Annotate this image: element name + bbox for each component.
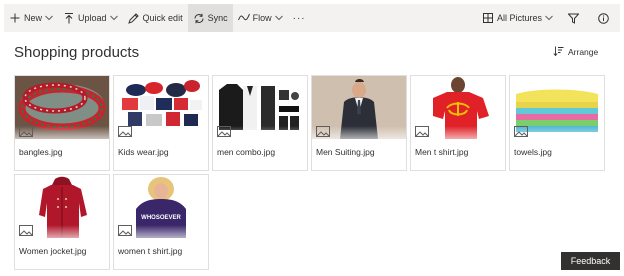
page-title: Shopping products bbox=[14, 44, 140, 61]
arrange-label: Arrange bbox=[568, 47, 599, 57]
file-tile-women-t-shirt[interactable]: WHOSOEVER women t shirt.jpg bbox=[113, 174, 209, 270]
image-file-icon bbox=[19, 126, 33, 137]
file-name: Men t shirt.jpg bbox=[415, 147, 469, 157]
quick-edit-button[interactable]: Quick edit bbox=[123, 4, 188, 32]
file-name: Men Suiting.jpg bbox=[316, 147, 375, 157]
file-name: bangles.jpg bbox=[19, 147, 63, 157]
image-file-icon bbox=[514, 126, 528, 137]
grid-view-icon bbox=[482, 12, 494, 24]
file-tile-men-suiting[interactable]: Men Suiting.jpg bbox=[311, 75, 407, 171]
file-tile-kids-wear[interactable]: Kids wear.jpg bbox=[113, 75, 209, 171]
new-label: New bbox=[24, 13, 43, 23]
flow-label: Flow bbox=[252, 13, 272, 23]
upload-label: Upload bbox=[78, 13, 107, 23]
file-tile-men-combo[interactable]: men combo.jpg bbox=[212, 75, 308, 171]
feedback-button[interactable]: Feedback bbox=[561, 252, 620, 270]
sync-label: Sync bbox=[207, 13, 228, 23]
image-file-icon bbox=[415, 126, 429, 137]
image-file-icon bbox=[217, 126, 231, 137]
filter-icon bbox=[567, 12, 579, 24]
image-file-icon bbox=[118, 126, 132, 137]
view-switcher[interactable]: All Pictures bbox=[477, 4, 558, 32]
image-file-icon bbox=[316, 126, 330, 137]
pencil-icon bbox=[128, 12, 140, 24]
sort-icon bbox=[553, 46, 565, 58]
file-name: towels.jpg bbox=[514, 147, 552, 157]
view-label: All Pictures bbox=[496, 13, 542, 23]
file-name: Women jocket.jpg bbox=[19, 246, 87, 256]
image-file-icon bbox=[19, 225, 33, 236]
file-name: Kids wear.jpg bbox=[118, 147, 169, 157]
chevron-down-icon bbox=[109, 14, 118, 22]
filter-button[interactable] bbox=[558, 4, 591, 32]
file-tile-women-jocket[interactable]: Women jocket.jpg bbox=[14, 174, 110, 270]
new-button[interactable]: New bbox=[4, 4, 58, 32]
plus-icon bbox=[9, 12, 21, 24]
quick-edit-label: Quick edit bbox=[142, 13, 183, 23]
info-button[interactable] bbox=[591, 4, 620, 32]
chevron-down-icon bbox=[545, 14, 553, 22]
file-tile-bangles[interactable]: bangles.jpg bbox=[14, 75, 110, 171]
arrange-button[interactable]: Arrange bbox=[553, 46, 598, 58]
upload-button[interactable]: Upload bbox=[58, 4, 123, 32]
tshirt-print-text: WHOSOEVER bbox=[141, 215, 181, 221]
more-button[interactable]: ··· bbox=[288, 4, 311, 32]
sync-icon bbox=[193, 12, 205, 24]
file-name: women t shirt.jpg bbox=[118, 246, 183, 256]
flow-button[interactable]: Flow bbox=[233, 4, 288, 32]
upload-icon bbox=[63, 12, 75, 24]
chevron-down-icon bbox=[45, 14, 53, 22]
chevron-down-icon bbox=[274, 14, 283, 22]
more-icon: ··· bbox=[292, 12, 306, 24]
info-icon bbox=[597, 12, 609, 24]
document-library-page: New Upload Quick edit Sync Flow ··· All … bbox=[0, 0, 624, 276]
file-name: men combo.jpg bbox=[217, 147, 276, 157]
file-tile-men-t-shirt[interactable]: Men t shirt.jpg bbox=[410, 75, 506, 171]
file-tile-towels[interactable]: towels.jpg bbox=[509, 75, 605, 171]
flow-icon bbox=[237, 12, 250, 24]
sync-button[interactable]: Sync bbox=[187, 4, 233, 32]
image-file-icon bbox=[118, 225, 132, 236]
command-bar: New Upload Quick edit Sync Flow ··· All … bbox=[4, 4, 620, 32]
